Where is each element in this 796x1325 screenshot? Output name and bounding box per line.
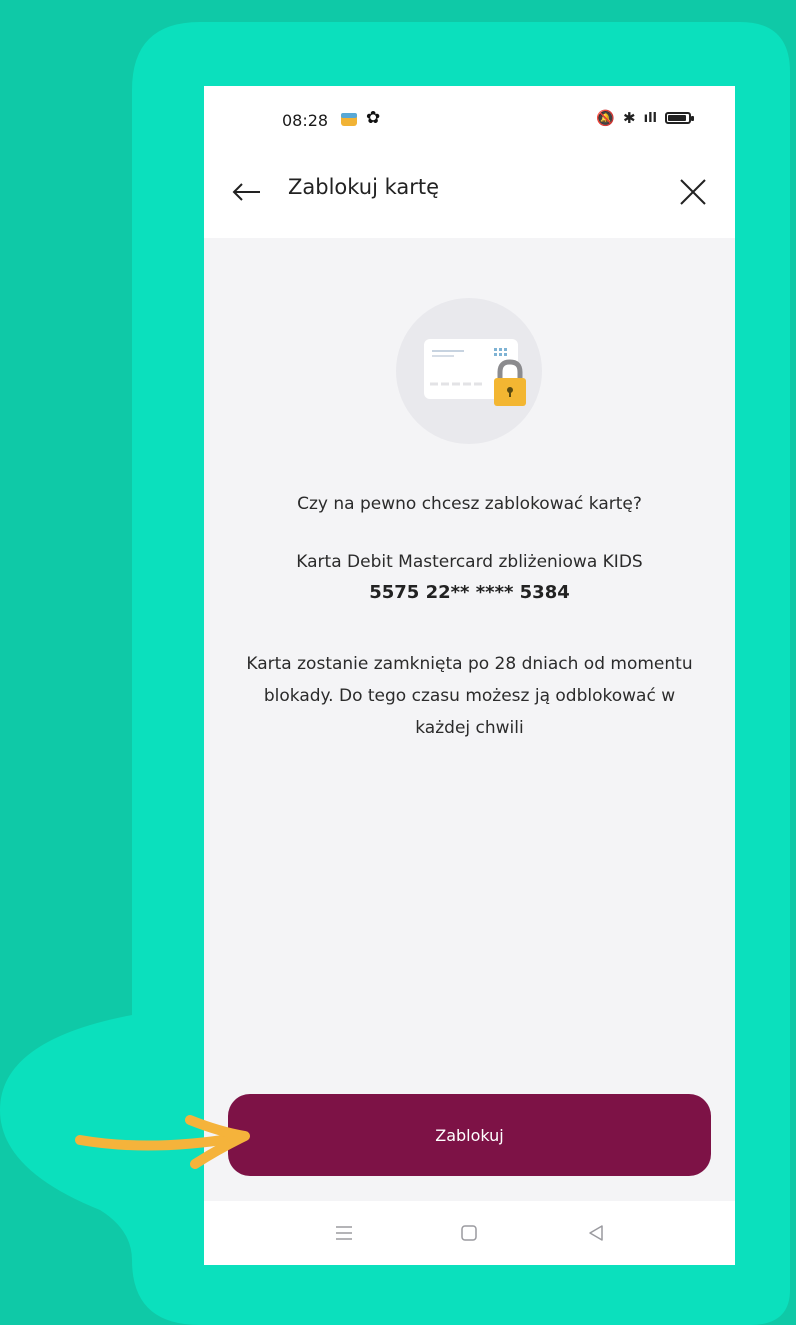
card-number: 5575 22** **** 5384	[369, 582, 570, 603]
close-icon[interactable]	[673, 172, 713, 212]
bluetooth-icon: ✱	[623, 109, 636, 127]
block-info-text: Karta zostanie zamknięta po 28 dniach od…	[246, 654, 693, 738]
status-indicators: 🔕 ✱ ıll	[596, 109, 694, 127]
battery-icon	[665, 112, 694, 124]
app-notification-icon	[341, 113, 357, 126]
menu-icon[interactable]	[330, 1219, 358, 1247]
signal-icon: ıll	[643, 110, 657, 126]
mute-icon: 🔕	[596, 109, 616, 127]
settings-status-icon: ✿	[366, 108, 381, 128]
status-time: 08:28	[282, 111, 329, 130]
arrow-left-icon[interactable]	[226, 172, 266, 212]
pointer-arrow	[75, 1115, 250, 1169]
header: Zablokuj kartę	[204, 154, 735, 238]
card-lock-icon	[396, 298, 542, 444]
card-name: Karta Debit Mastercard zbliżeniowa KIDS	[296, 552, 643, 572]
phone-screen: 08:28 ✿ 🔕 ✱ ıll Zablokuj kartę Czy na pe…	[204, 86, 735, 1265]
triangle-back-icon[interactable]	[582, 1219, 610, 1247]
status-bar: 08:28 ✿ 🔕 ✱ ıll	[204, 86, 735, 154]
block-card-button[interactable]: Zablokuj	[228, 1094, 711, 1176]
page-title: Zablokuj kartę	[288, 175, 440, 199]
confirm-question: Czy na pewno chcesz zablokować kartę?	[297, 494, 642, 514]
system-nav-bar	[204, 1201, 735, 1265]
square-icon[interactable]	[455, 1219, 483, 1247]
